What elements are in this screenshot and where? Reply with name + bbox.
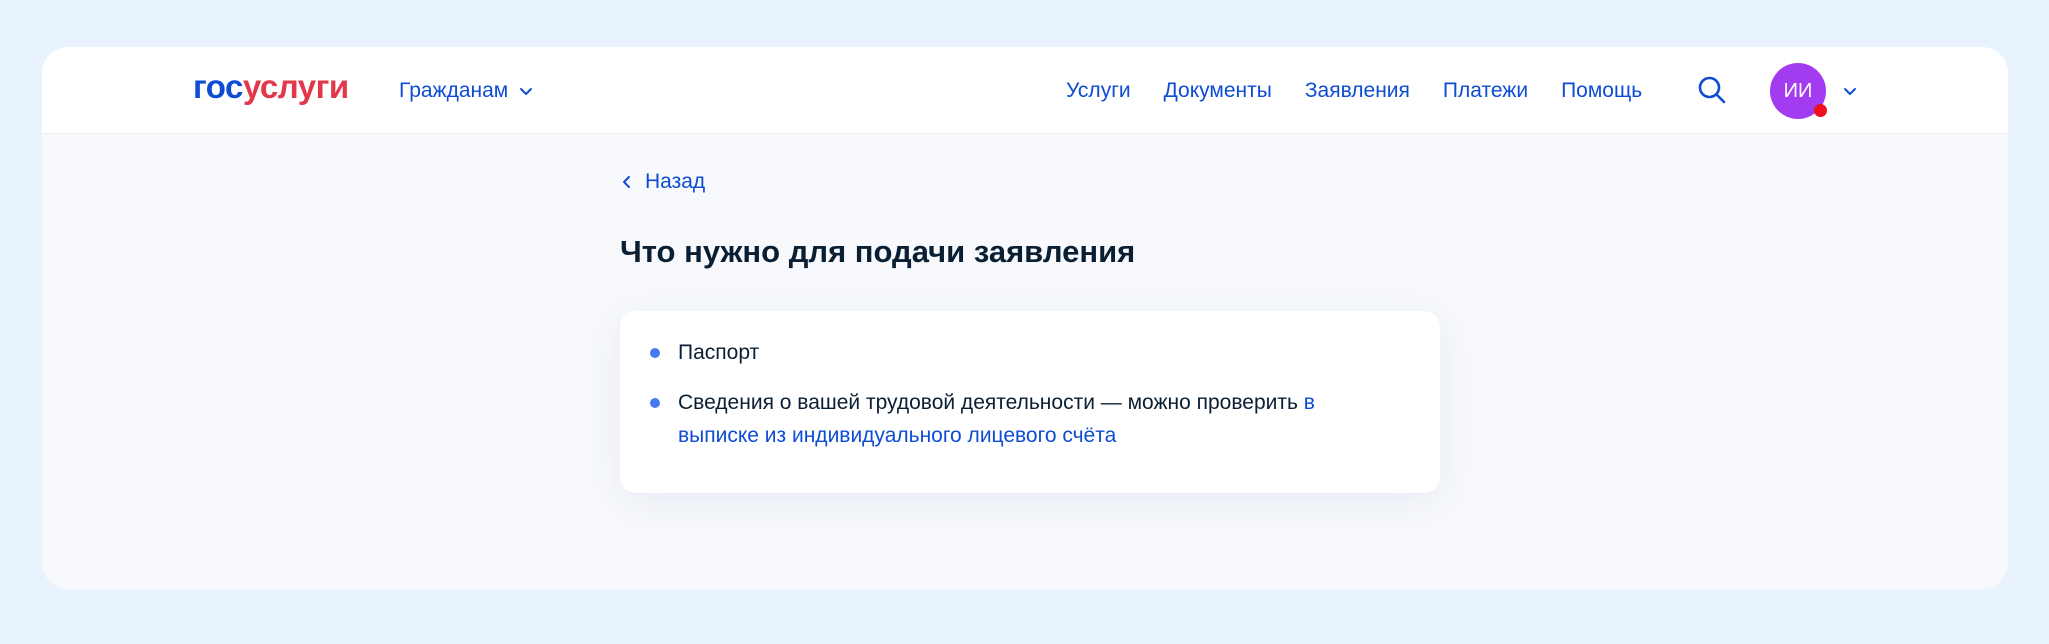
page-title: Что нужно для подачи заявления [620, 234, 1136, 269]
nav-link-services[interactable]: Услуги [1066, 79, 1131, 103]
logo-part-uslugi: услуги [242, 68, 349, 105]
nav-link-help[interactable]: Помощь [1561, 79, 1642, 103]
nav-link-documents[interactable]: Документы [1164, 79, 1272, 103]
list-item-text: Сведения о вашей трудовой деятельности —… [678, 391, 1304, 414]
page-panel: госуслуги Гражданам Услуги Документы Зая… [42, 47, 2008, 589]
audience-dropdown[interactable]: Гражданам [399, 76, 534, 106]
list-item: Сведения о вашей трудовой деятельности —… [650, 386, 1400, 452]
nav-link-applications[interactable]: Заявления [1305, 79, 1410, 103]
chevron-left-icon [623, 176, 630, 188]
back-link[interactable]: Назад [621, 167, 705, 197]
list-item: Паспорт [650, 336, 1400, 369]
search-icon[interactable] [1696, 74, 1728, 106]
back-label: Назад [645, 170, 706, 193]
chevron-down-icon[interactable] [1841, 82, 1859, 100]
nav-link-payments[interactable]: Платежи [1443, 79, 1528, 103]
notification-dot [1814, 104, 1827, 117]
logo-part-gos: гос [193, 68, 243, 105]
audience-label: Гражданам [399, 79, 509, 102]
user-avatar[interactable]: ИИ [1770, 63, 1827, 119]
chevron-down-icon [520, 88, 533, 95]
list-item-text: Паспорт [678, 341, 760, 364]
list-item-content: Сведения о вашей трудовой деятельности —… [678, 386, 1400, 452]
main-nav: Услуги Документы Заявления Платежи Помощ… [1066, 76, 1642, 106]
site-header: госуслуги Гражданам Услуги Документы Зая… [42, 47, 2008, 134]
requirements-card: Паспорт Сведения о вашей трудовой деятел… [620, 311, 1440, 493]
gosuslugi-logo[interactable]: госуслуги [193, 67, 349, 107]
bullet-icon [650, 398, 660, 408]
bullet-icon [650, 348, 660, 358]
avatar-initials: ИИ [1783, 79, 1813, 102]
